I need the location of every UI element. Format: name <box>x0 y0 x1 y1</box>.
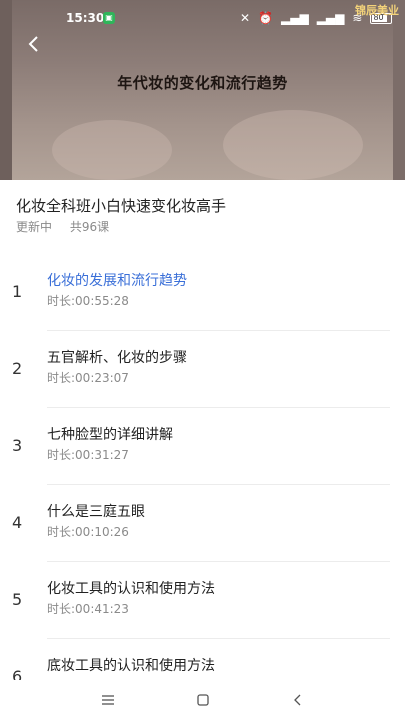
lesson-name: 化妆的发展和流行趋势 <box>47 273 187 289</box>
lesson-name: 什么是三庭五眼 <box>47 504 145 520</box>
lesson-name: 化妆工具的认识和使用方法 <box>47 581 215 597</box>
lesson-number: 3 <box>12 436 23 455</box>
menu-icon[interactable] <box>96 688 120 712</box>
course-count: 共96课 <box>69 220 110 234</box>
back-icon[interactable] <box>24 34 44 54</box>
video-title: 年代妆的变化和流行趋势 <box>117 74 288 92</box>
lesson-duration: 时长:00:10:26 <box>47 525 129 539</box>
signal-icon: ▂▄▆ <box>281 11 309 25</box>
status-bar: 15:30 ▣ ✕ ⏰ ▂▄▆ ▂▄▆ ≋ 80 锦辰美业 <box>0 0 405 36</box>
background-blur <box>52 120 172 180</box>
lesson-item[interactable]: 5 化妆工具的认识和使用方法 时长:00:41:23 <box>0 562 405 639</box>
system-nav-bar <box>0 680 405 720</box>
lesson-number: 1 <box>12 282 23 301</box>
lesson-item[interactable]: 1 化妆的发展和流行趋势 时长:00:55:28 <box>0 254 405 331</box>
back-nav-icon[interactable] <box>286 688 310 712</box>
course-status: 更新中 <box>16 220 53 234</box>
lesson-duration: 时长:00:41:23 <box>47 602 129 616</box>
mute-icon: ✕ <box>240 11 251 25</box>
lesson-item[interactable]: 4 什么是三庭五眼 时长:00:10:26 <box>0 485 405 562</box>
course-title: 化妆全科班小白快速变化妆高手 <box>16 197 227 215</box>
signal-icon: ▂▄▆ <box>316 11 345 25</box>
lesson-number: 2 <box>12 359 23 378</box>
home-icon[interactable] <box>191 688 215 712</box>
course-sheet: 化妆全科班小白快速变化妆高手 更新中 共96课 1 化妆的发展和流行趋势 时长:… <box>0 180 405 686</box>
lesson-duration: 时长:00:55:28 <box>47 294 129 308</box>
lesson-name: 七种脸型的详细讲解 <box>47 427 173 443</box>
lesson-duration: 时长:00:31:27 <box>47 448 129 462</box>
background-blur <box>223 110 363 180</box>
lesson-item[interactable]: 3 七种脸型的详细讲解 时长:00:31:27 <box>0 408 405 485</box>
lesson-name: 底妆工具的认识和使用方法 <box>47 658 215 674</box>
lesson-name: 五官解析、化妆的步骤 <box>47 350 187 366</box>
notification-icon: ▣ <box>103 12 115 24</box>
lesson-item[interactable]: 2 五官解析、化妆的步骤 时长:00:23:07 <box>0 331 405 408</box>
brand-logo: 锦辰美业 <box>355 4 399 17</box>
lesson-number: 4 <box>12 513 23 532</box>
alarm-icon: ⏰ <box>258 11 274 25</box>
lesson-number: 5 <box>12 590 23 609</box>
status-time: 15:30 <box>66 11 105 25</box>
lesson-duration: 时长:00:23:07 <box>47 371 129 385</box>
lesson-list: 1 化妆的发展和流行趋势 时长:00:55:28 2 五官解析、化妆的步骤 时长… <box>0 254 405 716</box>
course-meta: 更新中 共96课 <box>16 218 109 235</box>
